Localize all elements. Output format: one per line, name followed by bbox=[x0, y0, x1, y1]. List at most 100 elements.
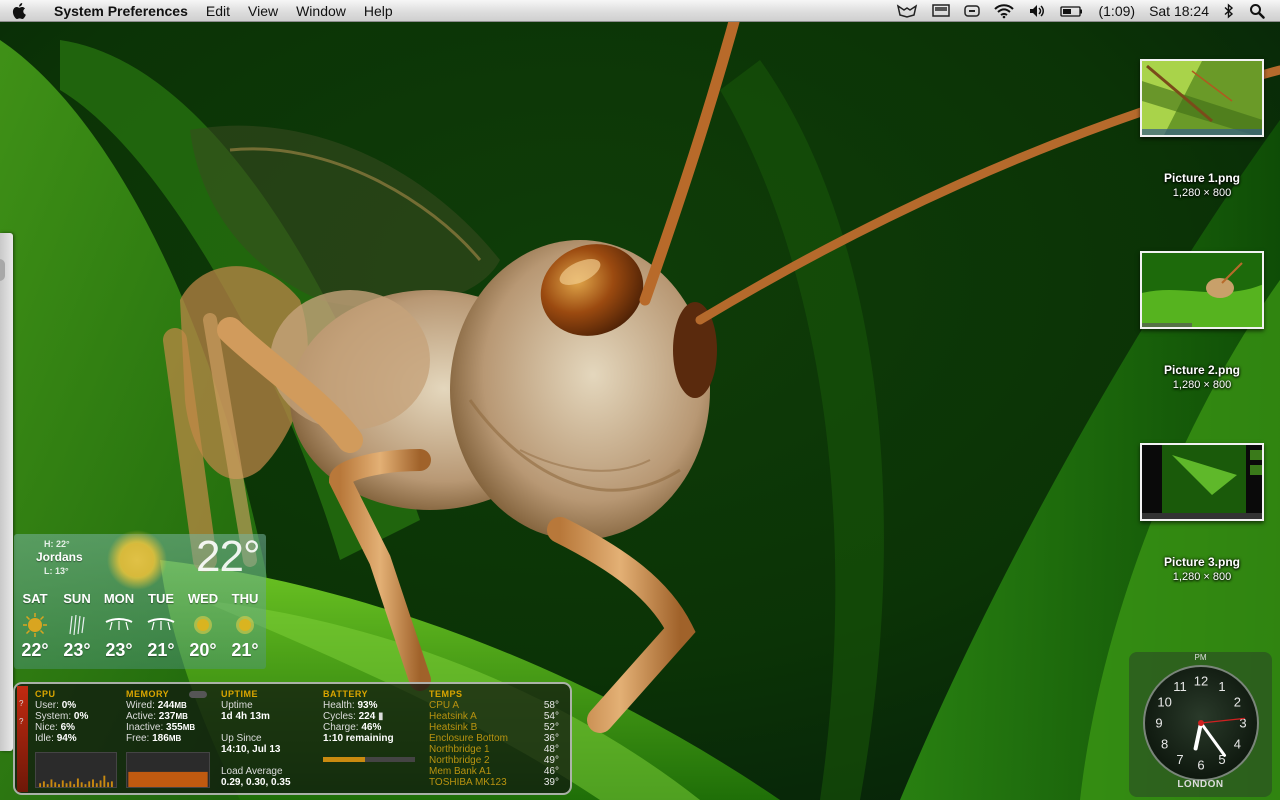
load-average-value: 0.29, 0.30, 0.35 bbox=[221, 777, 291, 788]
forecast-temp: 23° bbox=[105, 640, 133, 660]
weather-forecast: SAT 22° SUN 23° MON 23° TUE 21° WED 20° … bbox=[14, 591, 266, 661]
istat-widget[interactable]: ? ? CPU User: 0% System: 0% Nice: 6% Idl… bbox=[13, 682, 572, 795]
volume-icon[interactable] bbox=[1021, 0, 1053, 22]
spotlight-search-icon[interactable] bbox=[1242, 0, 1272, 22]
weather-current-temp: 22° bbox=[196, 532, 261, 581]
file-name: Picture 1.png bbox=[1163, 171, 1240, 185]
istat-temps-section: TEMPS CPU A 58° Heatsink A 54° Heatsink B 5… bbox=[429, 689, 569, 788]
temp-value: 49° bbox=[543, 755, 559, 766]
help-icon[interactable]: ? bbox=[19, 717, 23, 726]
weather-widget[interactable]: H: 22° Jordans L: 13° 22° SAT 22° SUN 23… bbox=[14, 530, 266, 669]
clock-numeral: 11 bbox=[1173, 679, 1187, 694]
memory-graph bbox=[126, 752, 210, 788]
file-dimensions: 1,280 × 800 bbox=[1172, 571, 1232, 583]
memory-value: 186 bbox=[152, 733, 169, 744]
temp-value: 39° bbox=[543, 777, 559, 788]
clock-numeral: 4 bbox=[1234, 737, 1241, 752]
growl-icon[interactable] bbox=[889, 0, 925, 22]
clock-numeral: 2 bbox=[1234, 695, 1241, 710]
weather-high: H: 22° bbox=[44, 539, 70, 549]
uptime-value: 1d 4h 13m bbox=[221, 711, 270, 722]
memory-unit: MB bbox=[168, 734, 182, 743]
temp-value: 58° bbox=[543, 700, 559, 711]
battery-value: 46% bbox=[361, 722, 382, 733]
menu-app-name[interactable]: System Preferences bbox=[38, 0, 197, 22]
istat-battery-section: BATTERY Health: 93% Cycles: 224 ▮ Charge… bbox=[323, 689, 421, 762]
istat-sidebar[interactable]: ? ? bbox=[17, 686, 28, 792]
temp-value: 46° bbox=[543, 766, 559, 777]
temp-row: Mem Bank A1 46° bbox=[429, 766, 559, 777]
rain-icon bbox=[56, 610, 98, 640]
memory-label: Wired: bbox=[126, 700, 155, 711]
side-panel-tab[interactable] bbox=[0, 233, 13, 751]
memory-label: Free: bbox=[126, 733, 150, 744]
forecast-day: WED 20° bbox=[182, 591, 224, 661]
temp-row: Northbridge 2 49° bbox=[429, 755, 559, 766]
clock-city: LONDON bbox=[1177, 779, 1224, 790]
forecast-temp: 23° bbox=[63, 640, 91, 660]
cpu-value: 0% bbox=[73, 711, 89, 722]
forecast-day-name: SAT bbox=[22, 591, 48, 606]
weather-city[interactable]: Jordans bbox=[36, 550, 83, 564]
sunny-icon bbox=[182, 610, 224, 640]
battery-charge-bar bbox=[323, 757, 415, 762]
clock-numeral: 8 bbox=[1161, 737, 1168, 752]
forecast-day: SAT 22° bbox=[14, 591, 56, 661]
forecast-temp: 21° bbox=[231, 640, 259, 660]
temp-row: CPU A 58° bbox=[429, 700, 559, 711]
clock-numeral: 9 bbox=[1155, 716, 1162, 731]
display-icon[interactable] bbox=[925, 0, 957, 22]
forecast-temp: 21° bbox=[147, 640, 175, 660]
temp-label: Heatsink B bbox=[429, 722, 478, 733]
apple-menu-icon[interactable] bbox=[0, 0, 38, 22]
eject-icon[interactable] bbox=[957, 0, 987, 22]
forecast-day: SUN 23° bbox=[56, 591, 98, 661]
battery-label: Charge: bbox=[323, 722, 359, 733]
load-average-label: Load Average bbox=[221, 766, 283, 777]
clock-numeral: 12 bbox=[1194, 674, 1208, 689]
desktop-file-picture-3[interactable]: Picture 3.png 1,280 × 800 bbox=[1138, 443, 1266, 583]
cpu-graph bbox=[35, 752, 117, 788]
menu-edit[interactable]: Edit bbox=[197, 0, 239, 22]
cpu-label: Nice: bbox=[35, 722, 58, 733]
istat-uptime-section: UPTIME Uptime 1d 4h 13m Up Since 14:10, … bbox=[221, 689, 317, 788]
menu-view[interactable]: View bbox=[239, 0, 287, 22]
world-clock-widget[interactable]: PM 12 1 2 3 4 5 6 7 8 9 10 11 LONDON bbox=[1129, 652, 1272, 797]
forecast-temp: 22° bbox=[21, 640, 49, 660]
cpu-label: System: bbox=[35, 711, 72, 722]
temp-value: 54° bbox=[543, 711, 559, 722]
memory-toggle-button[interactable] bbox=[189, 691, 207, 698]
menu-help[interactable]: Help bbox=[355, 0, 402, 22]
temp-label: Mem Bank A1 bbox=[429, 766, 492, 777]
menu-bar: System Preferences Edit View Window Help… bbox=[0, 0, 1280, 22]
clock-numeral: 6 bbox=[1197, 758, 1204, 773]
info-icon[interactable]: ? bbox=[19, 699, 23, 708]
forecast-day-name: TUE bbox=[148, 591, 174, 606]
sunny-icon bbox=[107, 530, 167, 590]
battery-value: 93% bbox=[357, 700, 378, 711]
menu-window[interactable]: Window bbox=[287, 0, 355, 22]
file-dimensions: 1,280 × 800 bbox=[1172, 187, 1232, 199]
sunny-icon bbox=[224, 610, 266, 640]
forecast-day: THU 21° bbox=[224, 591, 266, 661]
desktop-file-picture-2[interactable]: Picture 2.png 1,280 × 800 bbox=[1138, 251, 1266, 391]
battery-value: 224 bbox=[358, 711, 376, 722]
memory-value: 355 bbox=[166, 722, 183, 733]
forecast-day: TUE 21° bbox=[140, 591, 182, 661]
clock-face: 12 1234567891011 bbox=[1143, 665, 1259, 781]
bluetooth-icon[interactable] bbox=[1216, 0, 1242, 22]
desktop-wallpaper bbox=[0, 0, 1280, 800]
memory-unit: MB bbox=[182, 723, 196, 732]
battery-icon[interactable] bbox=[1053, 0, 1091, 22]
battery-time[interactable]: (1:09) bbox=[1091, 0, 1142, 22]
cpu-value: 94% bbox=[56, 733, 77, 744]
windy-icon bbox=[98, 610, 140, 640]
wifi-icon[interactable] bbox=[987, 0, 1021, 22]
clock-numeral: 3 bbox=[1239, 716, 1246, 731]
menubar-clock[interactable]: Sat 18:24 bbox=[1142, 0, 1216, 22]
memory-value: 237 bbox=[158, 711, 176, 722]
clock-period: PM bbox=[1194, 653, 1207, 662]
side-panel-knob[interactable] bbox=[0, 259, 5, 281]
desktop-file-picture-1[interactable]: Picture 1.png 1,280 × 800 bbox=[1138, 59, 1266, 199]
forecast-day-name: SUN bbox=[63, 591, 91, 606]
